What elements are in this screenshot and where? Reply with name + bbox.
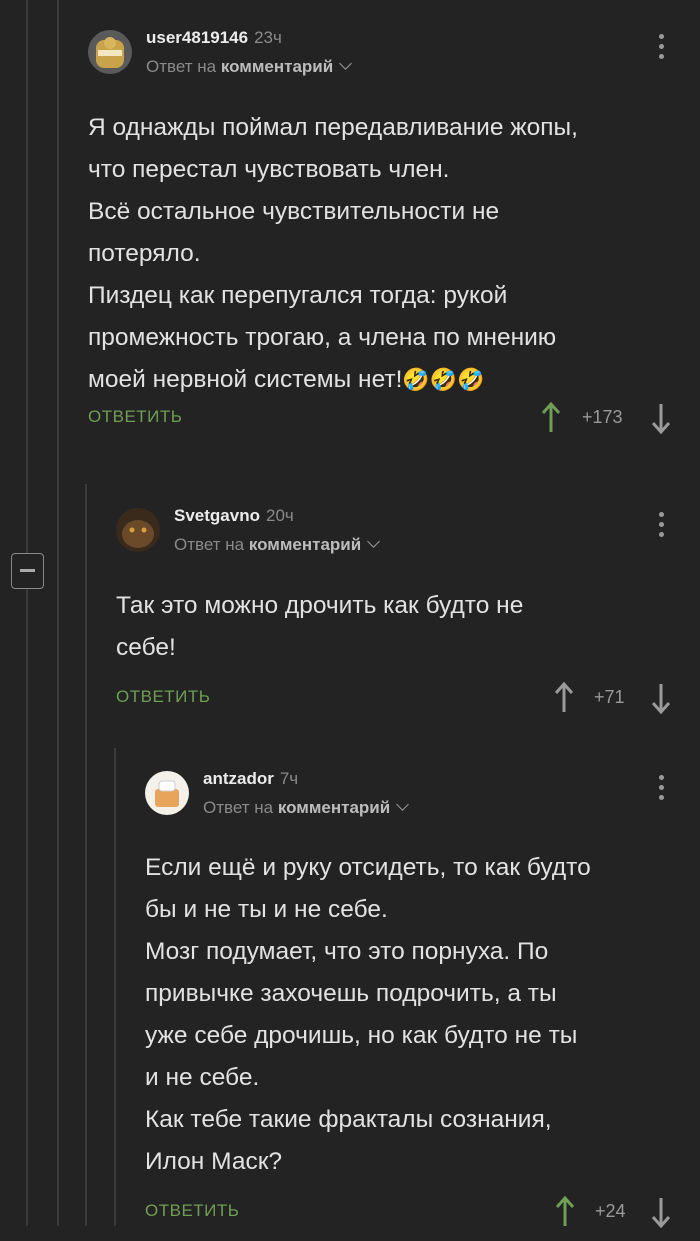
comment-text: Если ещё и руку отсидеть, то как будто б… — [145, 854, 591, 1175]
upvote-arrow-icon[interactable] — [555, 1195, 575, 1229]
rating-count: +71 — [594, 687, 625, 707]
rating-count: +24 — [595, 1201, 626, 1221]
avatar[interactable] — [88, 30, 132, 74]
author-name[interactable]: user4819146 23ч — [146, 28, 282, 48]
comment-time: 7ч — [279, 769, 299, 788]
reply-to-link[interactable]: Ответ на комментарий — [203, 798, 410, 818]
thread-line — [114, 748, 116, 1226]
thread-line — [26, 0, 28, 553]
downvote-arrow-icon[interactable] — [651, 401, 671, 435]
collapse-thread-button[interactable] — [11, 553, 44, 589]
reply-to-link[interactable]: Ответ на комментарий — [174, 535, 381, 555]
avatar[interactable] — [116, 508, 160, 552]
author-name[interactable]: Svetgavno 20ч — [174, 506, 294, 526]
upvote-arrow-icon[interactable] — [541, 401, 561, 435]
thread-line — [26, 589, 28, 1226]
comment-time: 23ч — [254, 28, 282, 47]
downvote-arrow-icon[interactable] — [651, 1195, 671, 1229]
comment-text: Так это можно дрочить как будто не себе! — [116, 592, 524, 661]
upvote-arrow-icon[interactable] — [554, 681, 574, 715]
laughing-emoji: 🤣🤣🤣 — [402, 367, 485, 392]
chevron-down-icon — [367, 535, 381, 548]
downvote-arrow-icon[interactable] — [651, 681, 671, 715]
comment-text: Я однажды поймал передавливание жопы, чт… — [88, 114, 578, 393]
chevron-down-icon — [396, 798, 410, 811]
rating-count: +173 — [582, 407, 623, 427]
comment: Svetgavno 20ч Ответ на комментарий Так эт… — [116, 506, 678, 727]
more-options-icon[interactable] — [659, 775, 665, 805]
thread-line — [57, 0, 59, 1226]
reply-button[interactable]: ОТВЕТИТЬ — [88, 407, 182, 427]
comment-time: 20ч — [265, 506, 294, 525]
chevron-down-icon — [339, 57, 353, 70]
avatar[interactable] — [145, 771, 189, 815]
comment: user4819146 23ч Ответ на комментарий Я од… — [88, 28, 678, 447]
comment: antzador 7ч Ответ на комментарий Если ещё… — [145, 769, 678, 1241]
reply-button[interactable]: ОТВЕТИТЬ — [116, 687, 210, 707]
reply-to-link[interactable]: Ответ на комментарий — [146, 57, 353, 77]
author-name[interactable]: antzador 7ч — [203, 769, 298, 789]
reply-button[interactable]: ОТВЕТИТЬ — [145, 1201, 239, 1221]
thread-line — [85, 484, 87, 1226]
more-options-icon[interactable] — [659, 512, 665, 542]
more-options-icon[interactable] — [659, 34, 665, 64]
